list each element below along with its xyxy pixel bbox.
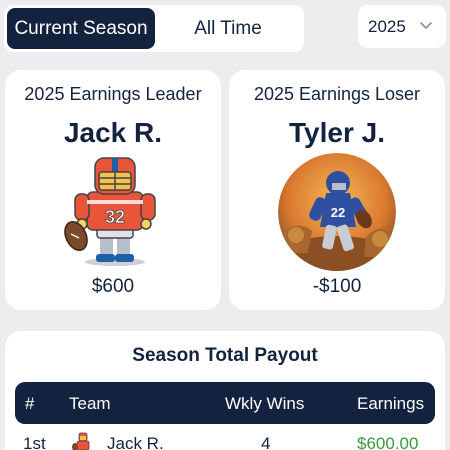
payout-title: Season Total Payout (132, 345, 318, 366)
loser-name: Tyler J. (289, 117, 385, 148)
earnings-leader-card[interactable]: 2025 Earnings Leader Jack R. 32 $600 (5, 70, 221, 310)
loser-amount: -$100 (312, 276, 362, 297)
table-row[interactable]: 1st Jack R. 4 $600.00 (15, 429, 435, 450)
payout-table-header: # Team Wkly Wins Earnings (15, 382, 435, 424)
tab-all-time[interactable]: All Time (155, 8, 301, 49)
football-player-avatar: 32 (64, 157, 156, 266)
col-earnings[interactable]: Earnings (357, 394, 424, 414)
col-rank[interactable]: # (25, 394, 34, 414)
row-earnings: $600.00 (357, 434, 419, 450)
tab-current-season[interactable]: Current Season (7, 8, 155, 49)
row-weekly-wins: 4 (261, 434, 271, 450)
loser-jersey-number: 22 (331, 205, 345, 220)
earnings-loser-card[interactable]: 2025 Earnings Loser Tyler J. 22 -$100 (229, 70, 445, 310)
football-player-photo: 22 (278, 153, 396, 271)
loser-card-title: 2025 Earnings Loser (253, 84, 421, 104)
row-rank: 1st (23, 434, 46, 450)
leader-name: Jack R. (63, 117, 163, 148)
season-toggle: Current Season All Time (4, 5, 304, 52)
col-weekly-wins[interactable]: Wkly Wins (225, 394, 304, 414)
col-team[interactable]: Team (69, 394, 111, 414)
leader-card-title: 2025 Earnings Leader (24, 84, 202, 104)
year-select-value: 2025 (368, 16, 406, 36)
team-avatar-icon (72, 432, 90, 450)
chevron-down-icon (420, 22, 432, 29)
leader-jersey-number: 32 (105, 207, 125, 227)
leader-amount: $600 (91, 276, 135, 297)
row-team-name: Jack R. (107, 434, 164, 450)
year-select[interactable]: 2025 (358, 5, 446, 48)
season-payout-card: Season Total Payout # Team Wkly Wins Ear… (5, 331, 445, 450)
